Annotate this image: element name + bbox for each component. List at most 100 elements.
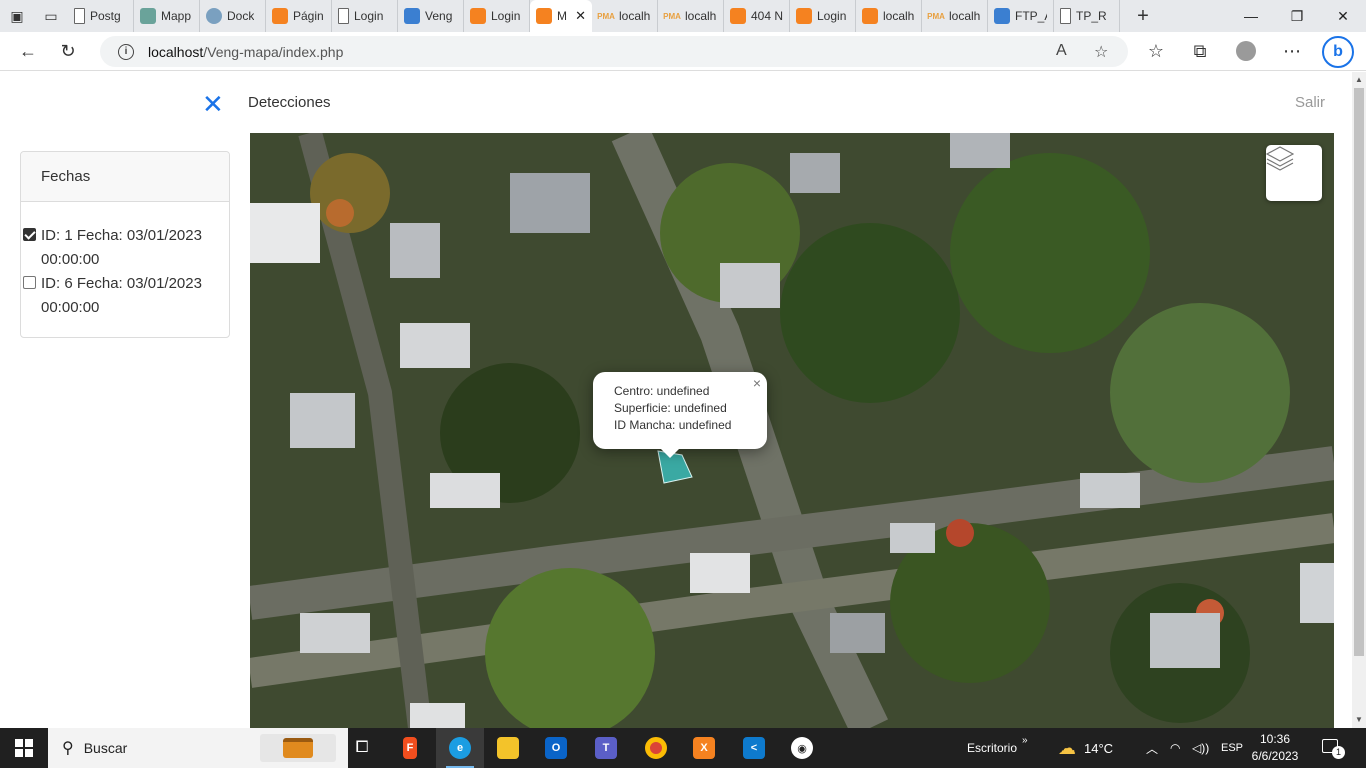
teams-icon[interactable]: T bbox=[582, 728, 630, 768]
windows-logo-icon bbox=[15, 739, 33, 757]
edge-icon[interactable]: e bbox=[436, 728, 484, 768]
volume-icon[interactable]: ◁)) bbox=[1192, 728, 1209, 768]
figma-icon[interactable]: F bbox=[386, 728, 434, 768]
tab-label: 404 N bbox=[751, 9, 783, 23]
address-bar[interactable]: i localhost/Veng-mapa/index.php A ☆ bbox=[100, 36, 1128, 67]
outlook-icon[interactable]: O bbox=[532, 728, 580, 768]
tab-favicon-icon bbox=[994, 8, 1010, 24]
tab-favicon-icon bbox=[536, 8, 552, 24]
browser-tab[interactable]: Login bbox=[464, 0, 530, 32]
layers-control[interactable] bbox=[1266, 145, 1322, 201]
browser-tab[interactable]: Dock bbox=[200, 0, 266, 32]
browser-tab[interactable]: Mapp bbox=[134, 0, 200, 32]
map-popup: × Centro: undefined Superficie: undefine… bbox=[593, 372, 767, 449]
desktop-label[interactable]: Escritorio bbox=[967, 728, 1017, 768]
language-indicator[interactable]: ESP bbox=[1221, 728, 1243, 768]
tab-label: FTP_A bbox=[1015, 9, 1047, 23]
url-text[interactable]: localhost/Veng-mapa/index.php bbox=[148, 44, 343, 60]
bing-icon[interactable]: b bbox=[1322, 36, 1354, 68]
satellite-map[interactable]: × Centro: undefined Superficie: undefine… bbox=[250, 133, 1334, 728]
tab-label: localh bbox=[619, 9, 651, 23]
tray-chevron-icon[interactable]: ︿ bbox=[1146, 728, 1158, 768]
taskbar-search[interactable]: ⚲ Buscar bbox=[48, 728, 348, 768]
scroll-down-icon[interactable]: ▼ bbox=[1355, 715, 1363, 724]
page-title: Detecciones bbox=[248, 94, 331, 111]
browser-tab[interactable]: PMA localh bbox=[658, 0, 724, 32]
browser-tab[interactable]: Login bbox=[332, 0, 398, 32]
back-icon[interactable]: ← bbox=[8, 33, 48, 69]
tab-label: Postg bbox=[90, 9, 121, 23]
vscode-icon[interactable]: < bbox=[730, 728, 778, 768]
tab-label: Login bbox=[354, 9, 384, 23]
settings-more-icon[interactable]: ⋯ bbox=[1272, 33, 1312, 69]
site-info-icon[interactable]: i bbox=[118, 43, 134, 60]
scroll-thumb[interactable] bbox=[1354, 88, 1364, 656]
minimize-button[interactable]: — bbox=[1228, 0, 1274, 32]
vertical-tabs-icon[interactable]: ▭ bbox=[34, 0, 68, 32]
date-checkbox-1[interactable] bbox=[23, 228, 36, 241]
tab-favicon-icon bbox=[272, 8, 288, 24]
close-window-button[interactable]: ✕ bbox=[1320, 0, 1366, 32]
browser-tab[interactable]: Veng bbox=[398, 0, 464, 32]
popup-tip bbox=[660, 448, 680, 458]
collections-icon[interactable]: ⧉ bbox=[1180, 33, 1220, 69]
maximize-button[interactable]: ❐ bbox=[1274, 0, 1320, 32]
browser-tab[interactable]: Postg bbox=[68, 0, 134, 32]
browser-tab[interactable]: M ✕ bbox=[530, 0, 592, 32]
popup-centro: Centro: undefined bbox=[614, 384, 710, 398]
logout-link[interactable]: Salir bbox=[1295, 94, 1325, 111]
tab-favicon-icon bbox=[74, 8, 85, 24]
workspaces-icon[interactable]: ▣ bbox=[0, 0, 34, 32]
date-option-1[interactable]: ID: 1 Fecha: 03/01/2023 00:00:00 bbox=[21, 224, 226, 272]
clock-time: 10:36 bbox=[1259, 732, 1291, 746]
taskbar: ⚲ Buscar ⧠ F e O T X < ◉ Escritorio » ☁ … bbox=[0, 728, 1366, 768]
close-icon[interactable]: ✕ bbox=[202, 91, 224, 117]
file-explorer-icon[interactable] bbox=[484, 728, 532, 768]
browser-tab[interactable]: localh bbox=[856, 0, 922, 32]
browser-tab[interactable]: PMA localh bbox=[922, 0, 988, 32]
tab-label: M bbox=[557, 9, 567, 23]
browser-tab[interactable]: Págin bbox=[266, 0, 332, 32]
weather-widget[interactable]: ☁ 14°C bbox=[1058, 728, 1113, 768]
tab-label: Págin bbox=[293, 9, 324, 23]
clock[interactable]: 10:36 6/6/2023 bbox=[1246, 731, 1304, 765]
date-checkbox-2[interactable] bbox=[23, 276, 36, 289]
browser-tab[interactable]: TP_R bbox=[1054, 0, 1120, 32]
start-button[interactable] bbox=[0, 728, 48, 768]
scroll-up-icon[interactable]: ▲ bbox=[1355, 75, 1363, 84]
browser-tab[interactable]: PMA localh bbox=[592, 0, 658, 32]
tab-close-icon[interactable]: ✕ bbox=[575, 8, 586, 24]
app-icon[interactable]: ◉ bbox=[778, 728, 826, 768]
cloud-sun-icon: ☁ bbox=[1058, 737, 1076, 758]
search-highlight-icon[interactable] bbox=[260, 734, 336, 762]
task-view-icon[interactable]: ⧠ bbox=[338, 728, 386, 768]
date-option-2[interactable]: ID: 6 Fecha: 03/01/2023 00:00:00 bbox=[21, 272, 226, 320]
browser-tab[interactable]: Login bbox=[790, 0, 856, 32]
tab-favicon-icon bbox=[206, 8, 222, 24]
tab-label: localh bbox=[949, 9, 981, 23]
desktop-chevron-icon[interactable]: » bbox=[1022, 720, 1028, 760]
favorite-star-icon[interactable]: ☆ bbox=[1094, 42, 1108, 62]
popup-close-icon[interactable]: × bbox=[753, 375, 761, 392]
vertical-scrollbar[interactable]: ▲ ▼ bbox=[1352, 72, 1366, 728]
browser-tab[interactable]: 404 N bbox=[724, 0, 790, 32]
tab-favicon-icon bbox=[1060, 8, 1071, 24]
new-tab-button[interactable]: + bbox=[1128, 5, 1158, 28]
refresh-icon[interactable]: ↻ bbox=[48, 33, 88, 69]
profile-avatar[interactable] bbox=[1236, 41, 1256, 61]
xampp-icon[interactable]: X bbox=[680, 728, 728, 768]
tab-favicon-icon bbox=[796, 8, 812, 24]
panel-heading: Fechas bbox=[21, 152, 229, 202]
date-option-label: ID: 6 Fecha: 03/01/2023 00:00:00 bbox=[41, 275, 202, 316]
search-icon: ⚲ bbox=[62, 740, 74, 757]
address-toolbar: ← ↻ i localhost/Veng-mapa/index.php A ☆ … bbox=[0, 32, 1366, 71]
wifi-icon[interactable]: ◠ bbox=[1170, 728, 1180, 768]
map-tiles[interactable] bbox=[250, 133, 1334, 728]
page-content: ✕ Detecciones Salir Fechas ID: 1 Fecha: … bbox=[0, 72, 1352, 728]
chrome-icon[interactable] bbox=[632, 728, 680, 768]
read-aloud-icon[interactable]: A bbox=[1056, 42, 1067, 60]
favorites-icon[interactable]: ☆ bbox=[1136, 33, 1176, 69]
notifications-icon[interactable]: 1 bbox=[1320, 737, 1346, 759]
browser-tab[interactable]: FTP_A bbox=[988, 0, 1054, 32]
tab-favicon-icon bbox=[730, 8, 746, 24]
